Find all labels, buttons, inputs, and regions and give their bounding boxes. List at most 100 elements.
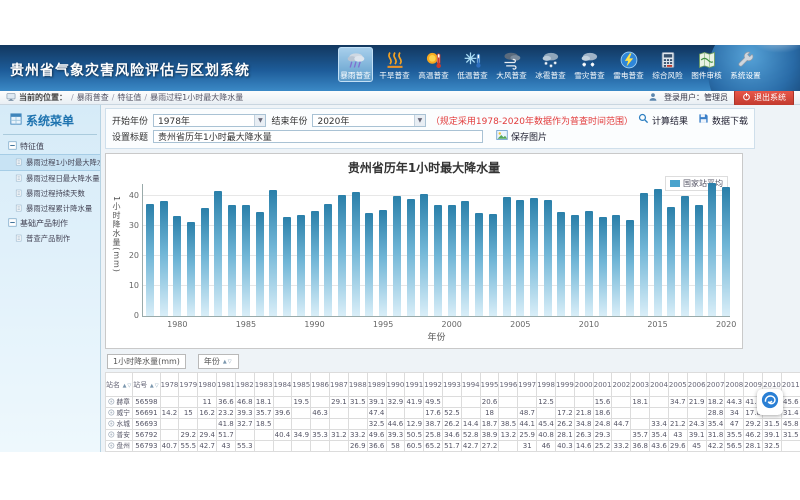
bar-2018[interactable] — [695, 205, 703, 316]
chart-title-input[interactable]: 贵州省历年1小时最大降水量 — [153, 130, 483, 143]
bar-1982[interactable] — [201, 208, 209, 316]
station-name-cell[interactable]: 水城 — [106, 419, 133, 430]
bar-2001[interactable] — [461, 201, 469, 316]
toolbar-item-5[interactable]: 冰雹普查 — [533, 47, 568, 82]
year-header-1985[interactable]: 1985 — [292, 373, 311, 397]
year-header-1991[interactable]: 1991 — [405, 373, 424, 397]
bar-2005[interactable] — [516, 200, 524, 316]
year-header-2004[interactable]: 2004 — [650, 373, 669, 397]
bar-2016[interactable] — [667, 207, 675, 317]
year-header-2003[interactable]: 2003 — [631, 373, 650, 397]
sidebar-item-0-0[interactable]: 暴雨过程1小时最大降水量 — [0, 154, 100, 171]
bar-1999[interactable] — [434, 205, 442, 316]
sidebar-item-1-0[interactable]: 普查产品制作 — [0, 231, 100, 246]
breadcrumb-item-1[interactable]: 特征值 — [117, 93, 141, 102]
logout-button[interactable]: 退出系统 — [734, 90, 794, 106]
year-header-1983[interactable]: 1983 — [254, 373, 273, 397]
year-sort-box[interactable]: 年份▲▽ — [198, 354, 239, 369]
year-header-1995[interactable]: 1995 — [480, 373, 499, 397]
year-header-2011[interactable]: 2011 — [781, 373, 800, 397]
year-header-1990[interactable]: 1990 — [386, 373, 405, 397]
year-header-1989[interactable]: 1989 — [367, 373, 386, 397]
bar-2009[interactable] — [571, 215, 579, 316]
station-name-cell[interactable]: 桐梓 — [106, 452, 133, 453]
year-header-2005[interactable]: 2005 — [668, 373, 687, 397]
bar-2019[interactable] — [708, 183, 716, 316]
floating-widget[interactable] — [757, 389, 783, 415]
calculate-button[interactable]: 计算结果 — [638, 113, 688, 127]
station-name-header[interactable]: 站名 ▲▽ — [106, 373, 133, 397]
year-header-2006[interactable]: 2006 — [687, 373, 706, 397]
bar-2008[interactable] — [557, 212, 565, 316]
bar-2017[interactable] — [681, 196, 689, 316]
start-year-select[interactable]: 1978年▼ — [153, 114, 266, 127]
toolbar-item-3[interactable]: 低温普查 — [455, 47, 490, 82]
year-header-2008[interactable]: 2008 — [725, 373, 744, 397]
year-header-1997[interactable]: 1997 — [518, 373, 537, 397]
bar-1992[interactable] — [338, 195, 346, 317]
bar-1983[interactable] — [214, 191, 222, 316]
sidebar-group-0[interactable]: 特征值 — [0, 139, 100, 154]
bar-1987[interactable] — [269, 190, 277, 316]
bar-2014[interactable] — [640, 193, 648, 316]
bar-2012[interactable] — [612, 215, 620, 316]
bar-1993[interactable] — [352, 192, 360, 317]
bar-1980[interactable] — [173, 216, 181, 316]
year-header-1987[interactable]: 1987 — [330, 373, 349, 397]
year-header-2000[interactable]: 2000 — [574, 373, 593, 397]
bar-2011[interactable] — [599, 217, 607, 316]
toolbar-item-2[interactable]: 高温普查 — [416, 47, 451, 82]
bar-1995[interactable] — [379, 210, 387, 316]
bar-2004[interactable] — [503, 197, 511, 316]
breadcrumb-item-2[interactable]: 暴雨过程1小时最大降水量 — [150, 93, 243, 102]
year-header-1988[interactable]: 1988 — [348, 373, 367, 397]
sidebar-group-1[interactable]: 基础产品制作 — [0, 216, 100, 231]
year-header-2001[interactable]: 2001 — [593, 373, 612, 397]
download-button[interactable]: 数据下载 — [698, 113, 748, 127]
station-name-cell[interactable]: 盘州 — [106, 441, 133, 452]
bar-2020[interactable] — [722, 187, 730, 316]
bar-1986[interactable] — [256, 212, 264, 316]
year-header-1981[interactable]: 1981 — [217, 373, 236, 397]
end-year-select[interactable]: 2020年▼ — [312, 114, 425, 127]
bar-1981[interactable] — [187, 222, 195, 317]
bar-2015[interactable] — [654, 189, 662, 316]
year-header-1980[interactable]: 1980 — [198, 373, 217, 397]
bar-1998[interactable] — [420, 194, 428, 316]
sort-icons[interactable]: ▲▽ — [147, 383, 159, 389]
year-header-1982[interactable]: 1982 — [235, 373, 254, 397]
year-header-1986[interactable]: 1986 — [311, 373, 330, 397]
year-header-1992[interactable]: 1992 — [424, 373, 443, 397]
year-header-1993[interactable]: 1993 — [442, 373, 461, 397]
year-header-1998[interactable]: 1998 — [537, 373, 556, 397]
toolbar-item-8[interactable]: 综合风险 — [650, 47, 685, 82]
bar-1978[interactable] — [146, 204, 154, 317]
bar-1988[interactable] — [283, 217, 291, 316]
sort-icons[interactable]: ▲▽ — [223, 359, 233, 365]
bar-1985[interactable] — [242, 205, 250, 316]
bar-2002[interactable] — [475, 213, 483, 316]
year-header-2007[interactable]: 2007 — [706, 373, 725, 397]
toolbar-item-1[interactable]: 干旱普查 — [377, 47, 412, 82]
toolbar-item-6[interactable]: 雪灾普查 — [572, 47, 607, 82]
save-image-button[interactable]: 保存图片 — [496, 129, 547, 144]
bar-1984[interactable] — [228, 205, 236, 316]
year-header-1999[interactable]: 1999 — [555, 373, 574, 397]
bar-2013[interactable] — [626, 220, 634, 316]
bar-1990[interactable] — [311, 211, 319, 316]
year-header-1984[interactable]: 1984 — [273, 373, 292, 397]
toolbar-item-4[interactable]: 大风普查 — [494, 47, 529, 82]
toolbar-item-7[interactable]: 雷电普查 — [611, 47, 646, 82]
sidebar-item-0-2[interactable]: 暴雨过程持续天数 — [0, 186, 100, 201]
station-name-cell[interactable]: 普安 — [106, 430, 133, 441]
bar-1994[interactable] — [365, 213, 373, 316]
bar-1989[interactable] — [297, 215, 305, 316]
year-header-1994[interactable]: 1994 — [461, 373, 480, 397]
bar-2006[interactable] — [530, 198, 538, 316]
toolbar-item-10[interactable]: 系统设置 — [728, 47, 763, 82]
sidebar-item-0-1[interactable]: 暴雨过程日最大降水量 — [0, 171, 100, 186]
year-header-1979[interactable]: 1979 — [179, 373, 198, 397]
year-header-1978[interactable]: 1978 — [160, 373, 179, 397]
station-id-header[interactable]: 站号 ▲▽ — [133, 373, 160, 397]
bar-2003[interactable] — [489, 214, 497, 316]
